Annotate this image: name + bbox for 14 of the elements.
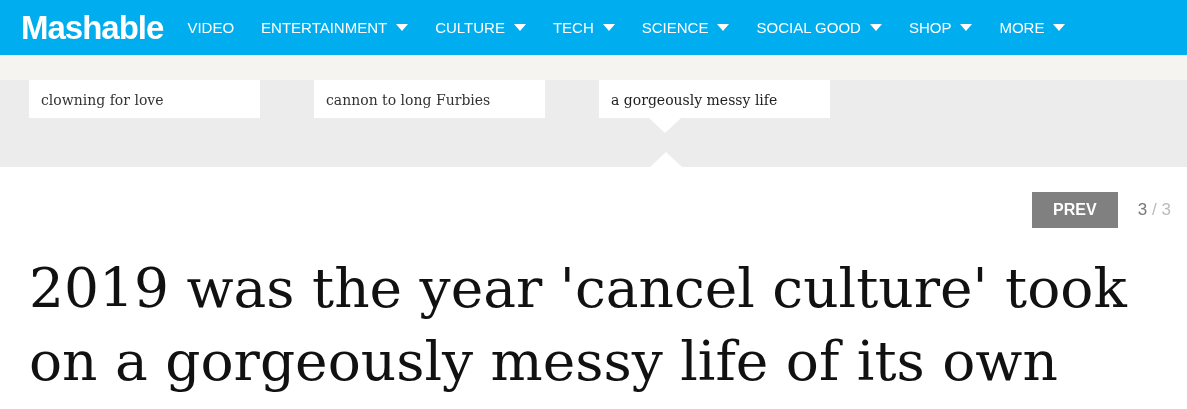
story-card[interactable]: clowning for love xyxy=(29,80,260,118)
page-count: 3 / 3 xyxy=(1137,200,1171,220)
nav-link[interactable]: MORE xyxy=(999,19,1066,36)
nav-link[interactable]: TECH xyxy=(552,19,615,36)
nav-link[interactable]: SCIENCE xyxy=(641,19,730,36)
mashable-logo[interactable]: Mashable xyxy=(21,8,164,47)
prev-button[interactable]: PREV xyxy=(1031,192,1118,228)
nav-link[interactable]: ENTERTAINMENT xyxy=(261,19,409,36)
nav-link[interactable]: VIDEO xyxy=(187,19,235,36)
nav-link[interactable]: CULTURE xyxy=(435,19,526,36)
nav-link[interactable]: SOCIAL GOOD xyxy=(756,19,882,36)
story-card[interactable]: cannon to long Furbies xyxy=(314,80,545,118)
nav-link[interactable]: SHOP xyxy=(908,19,973,36)
article-headline: 2019 was the year 'cancel culture' took on a gorgeously messy life of its own xyxy=(29,255,1129,395)
